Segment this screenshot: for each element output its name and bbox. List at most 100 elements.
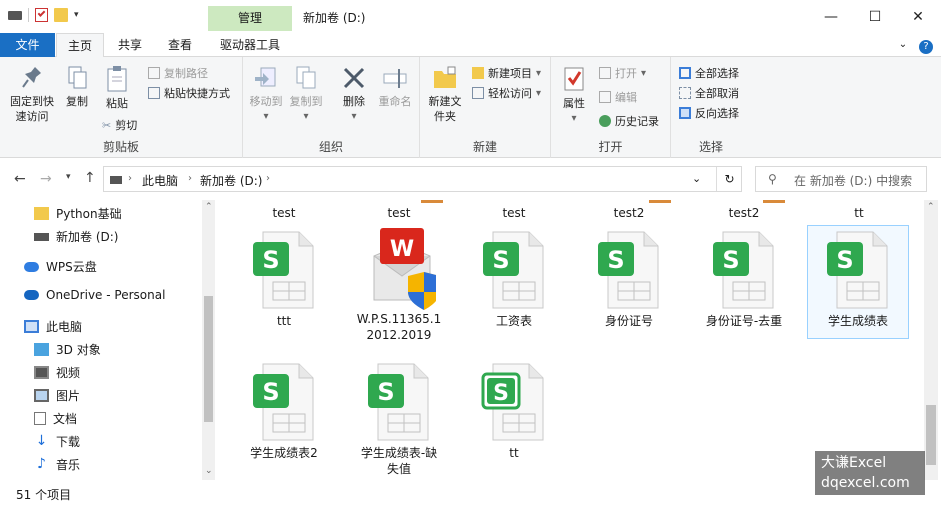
paste-button[interactable]: 粘贴 bbox=[100, 65, 134, 111]
address-bar[interactable]: › 此电脑 › 新加卷 (D:) › ⌄ ↻ bbox=[103, 166, 742, 192]
tab-drive-tools[interactable]: 驱动器工具 bbox=[208, 33, 292, 57]
file-label-partial[interactable]: test bbox=[342, 205, 456, 221]
close-button[interactable]: ✕ bbox=[895, 4, 941, 30]
select-none-button[interactable]: 全部取消 bbox=[679, 85, 739, 101]
open-button[interactable]: 打开 ▾ bbox=[599, 65, 646, 81]
new-folder-button[interactable]: 新建文件夹 bbox=[426, 65, 464, 124]
recent-locations-icon[interactable]: ▾ bbox=[66, 172, 71, 182]
back-button[interactable]: ← bbox=[14, 171, 26, 187]
nav-item-music[interactable]: ♪ 音乐 bbox=[34, 456, 80, 473]
edit-icon bbox=[599, 91, 611, 103]
file-item-ttt[interactable]: S ttt bbox=[234, 228, 334, 329]
nav-item-python[interactable]: Python基础 bbox=[34, 205, 122, 222]
cut-button[interactable]: ✂ 剪切 bbox=[102, 117, 137, 133]
ribbon: 固定到快速访问 复制 粘贴 复制路径 粘贴快捷方式 ✂ 剪切 剪贴板 移动到 ▾ 复… bbox=[0, 57, 941, 158]
tab-view[interactable]: 查看 bbox=[156, 33, 204, 57]
nav-item-3d-objects[interactable]: 3D 对象 bbox=[34, 341, 101, 358]
folder-icon bbox=[34, 207, 49, 220]
nav-item-wps-cloud[interactable]: WPS云盘 bbox=[24, 258, 97, 275]
maximize-button[interactable]: ☐ bbox=[852, 4, 898, 30]
copy-button[interactable]: 复制 bbox=[60, 65, 94, 109]
shortcut-icon bbox=[148, 87, 160, 99]
refresh-icon[interactable]: ↻ bbox=[716, 167, 742, 191]
history-button[interactable]: 历史记录 bbox=[599, 113, 659, 129]
tab-file[interactable]: 文件 bbox=[0, 33, 55, 57]
navigation-pane: Python基础 新加卷 (D:) WPS云盘 OneDrive - Perso… bbox=[0, 200, 217, 480]
paste-shortcut-button[interactable]: 粘贴快捷方式 bbox=[148, 85, 230, 101]
nav-item-onedrive[interactable]: OneDrive - Personal bbox=[24, 288, 165, 302]
cloud-icon bbox=[24, 261, 39, 272]
minimize-button[interactable]: — bbox=[808, 4, 854, 30]
tab-share[interactable]: 共享 bbox=[106, 33, 154, 57]
file-item-wps-installer[interactable]: W W.P.S.11365.12012.2019 bbox=[349, 226, 449, 343]
up-button[interactable]: ↑ bbox=[84, 170, 96, 186]
file-label-partial[interactable]: test bbox=[227, 205, 341, 221]
watermark-line2: dqexcel.com bbox=[821, 475, 910, 491]
nav-item-documents[interactable]: 文档 bbox=[34, 410, 77, 427]
nav-item-this-pc[interactable]: 此电脑 bbox=[24, 318, 82, 335]
file-item-tt[interactable]: S tt bbox=[464, 360, 564, 461]
delete-button[interactable]: 删除 ▾ bbox=[337, 65, 371, 124]
nav-item-videos[interactable]: 视频 bbox=[34, 364, 80, 381]
file-list: test test test test2 test2 tt S ttt W W.… bbox=[217, 200, 923, 480]
window-title: 新加卷 (D:) bbox=[303, 11, 366, 25]
spreadsheet-outline-icon: S bbox=[481, 360, 547, 442]
nav-scrollbar-thumb[interactable] bbox=[204, 296, 213, 422]
drive-icon[interactable] bbox=[8, 10, 22, 20]
file-name: 身份证号 bbox=[604, 314, 653, 328]
move-to-button[interactable]: 移动到 ▾ bbox=[249, 65, 283, 124]
drive-icon bbox=[110, 176, 122, 184]
music-note-icon: ♪ bbox=[37, 456, 46, 472]
file-item-student-grades-2[interactable]: S 学生成绩表2 bbox=[234, 360, 334, 461]
new-item-button[interactable]: 新建项目 ▾ bbox=[472, 65, 541, 81]
invert-selection-button[interactable]: 反向选择 bbox=[679, 105, 739, 121]
folder-icon[interactable] bbox=[54, 8, 68, 22]
file-item-id-numbers-dedup[interactable]: S 身份证号-去重 bbox=[694, 228, 794, 329]
scissors-icon: ✂ bbox=[102, 118, 112, 132]
nav-item-drive-d[interactable]: 新加卷 (D:) bbox=[34, 228, 118, 245]
easy-access-button[interactable]: 轻松访问 ▾ bbox=[472, 85, 541, 101]
nav-item-pictures[interactable]: 图片 bbox=[34, 387, 80, 404]
file-label-partial[interactable]: test bbox=[457, 205, 571, 221]
title-bar bbox=[0, 0, 941, 33]
group-new: 新建文件夹 新建项目 ▾ 轻松访问 ▾ 新建 bbox=[420, 57, 551, 158]
file-list-scrollbar-thumb[interactable] bbox=[926, 405, 936, 465]
status-bar: 51 个项目 bbox=[0, 482, 941, 509]
svg-text:S: S bbox=[493, 381, 509, 406]
document-icon bbox=[34, 412, 46, 425]
breadcrumb-drive-d[interactable]: 新加卷 (D:) bbox=[200, 172, 262, 189]
file-label-partial[interactable]: test2 bbox=[687, 205, 801, 221]
file-list-scrollbar[interactable]: ⌃ bbox=[924, 200, 938, 480]
file-name: 学生成绩表2 bbox=[250, 446, 318, 460]
breadcrumb-this-pc[interactable]: 此电脑 bbox=[142, 172, 178, 189]
collapse-ribbon-icon[interactable]: ⌄ bbox=[895, 33, 911, 57]
file-item-student-grades-missing[interactable]: S 学生成绩表-缺失值 bbox=[349, 360, 449, 477]
group-label-new: 新建 bbox=[472, 140, 497, 154]
rename-button[interactable]: 重命名 bbox=[375, 65, 415, 109]
file-label-partial[interactable]: test2 bbox=[572, 205, 686, 221]
file-label-partial[interactable]: tt bbox=[802, 205, 916, 221]
svg-text:S: S bbox=[607, 246, 624, 274]
select-all-button[interactable]: 全部选择 bbox=[679, 65, 739, 81]
group-clipboard: 固定到快速访问 复制 粘贴 复制路径 粘贴快捷方式 ✂ 剪切 剪贴板 bbox=[0, 57, 243, 158]
edit-button[interactable]: 编辑 bbox=[599, 89, 637, 105]
tab-home[interactable]: 主页 bbox=[56, 33, 104, 58]
address-dropdown-icon[interactable]: ⌄ bbox=[692, 172, 701, 185]
file-item-id-numbers[interactable]: S 身份证号 bbox=[579, 228, 679, 329]
copy-path-button[interactable]: 复制路径 bbox=[148, 65, 208, 81]
copy-to-button[interactable]: 复制到 ▾ bbox=[289, 65, 323, 124]
pin-quick-access-button[interactable]: 固定到快速访问 bbox=[6, 65, 58, 124]
qat-dropdown-icon[interactable]: ▾ bbox=[74, 10, 79, 20]
properties-button[interactable]: 属性 ▾ bbox=[557, 65, 591, 126]
file-item-student-grades-selected[interactable]: S 学生成绩表 bbox=[807, 225, 909, 339]
help-icon[interactable]: ? bbox=[917, 33, 935, 57]
pin-icon bbox=[22, 67, 41, 88]
nav-item-downloads[interactable]: ↓ 下载 bbox=[34, 433, 80, 450]
nav-scrollbar[interactable]: ⌃ ⌄ bbox=[202, 200, 215, 480]
search-box[interactable]: ⚲ 在 新加卷 (D:) 中搜索 bbox=[755, 166, 927, 192]
file-name: W.P.S.11365.12012.2019 bbox=[356, 312, 442, 342]
forward-button[interactable]: → bbox=[40, 171, 52, 187]
file-item-salary[interactable]: S 工资表 bbox=[464, 228, 564, 329]
rename-icon bbox=[383, 69, 407, 88]
properties-check-icon[interactable] bbox=[35, 8, 48, 22]
